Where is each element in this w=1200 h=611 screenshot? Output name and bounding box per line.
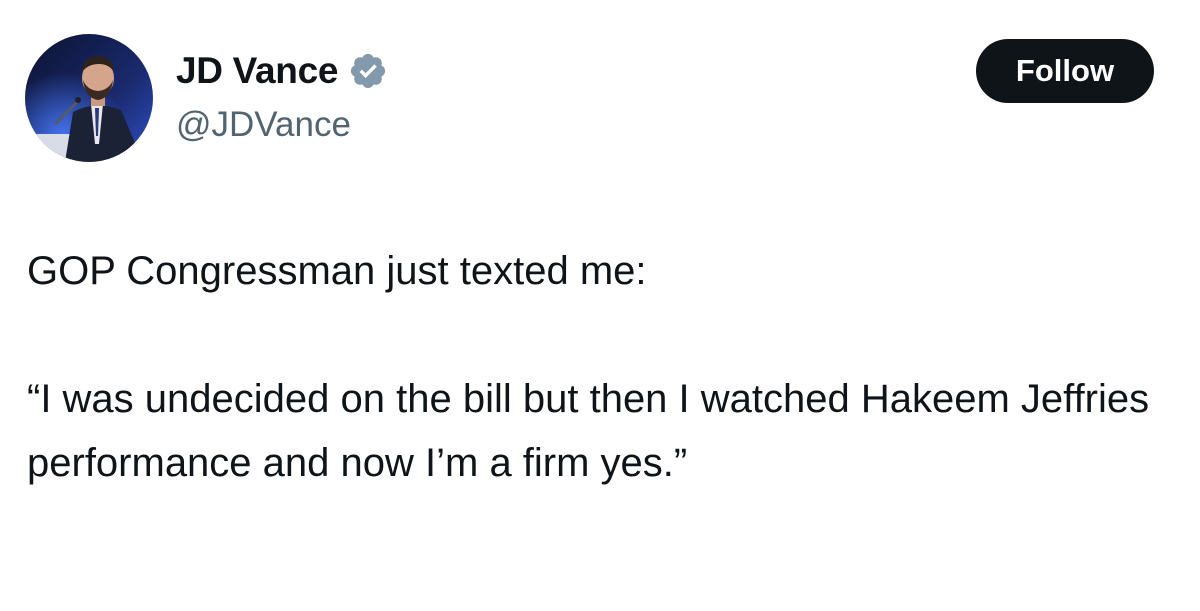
tweet-body: GOP Congressman just texted me: “I was u… <box>27 239 1177 495</box>
tweet-card: JD Vance @JDVance Follow GOP Congressman… <box>0 0 1200 611</box>
author-name-row[interactable]: JD Vance <box>176 48 388 94</box>
author-handle[interactable]: @JDVance <box>176 102 351 148</box>
verified-badge-icon[interactable] <box>348 51 388 91</box>
follow-button[interactable]: Follow <box>976 39 1154 103</box>
tweet-text-line: GOP Congressman just texted me: <box>27 249 647 293</box>
avatar[interactable] <box>25 34 153 162</box>
tweet-text-quote: “I was undecided on the bill but then I … <box>27 377 1150 485</box>
author-display-name[interactable]: JD Vance <box>176 48 338 94</box>
avatar-photo <box>25 34 153 162</box>
